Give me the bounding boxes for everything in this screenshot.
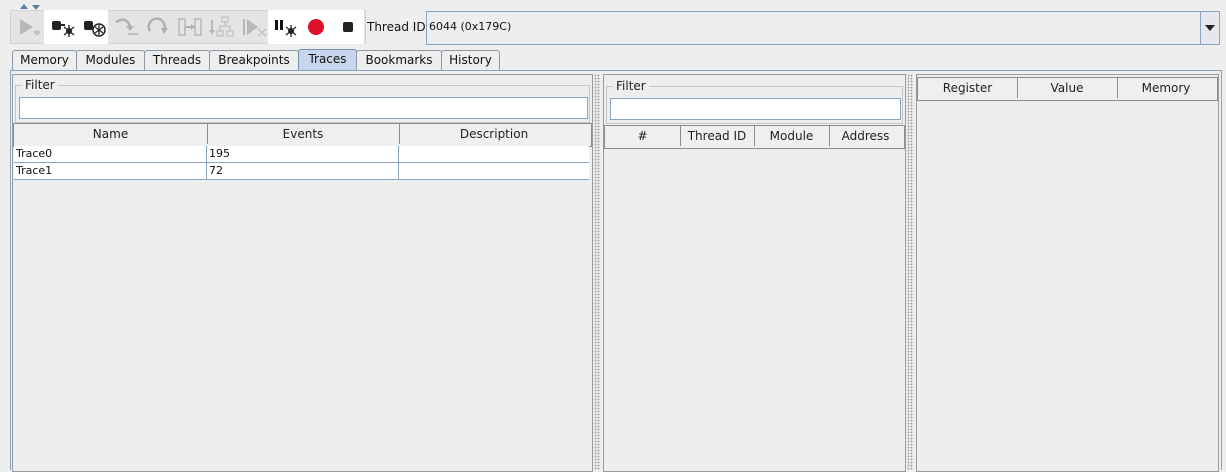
detach-button[interactable] (76, 10, 108, 44)
column-header-index[interactable]: # (605, 126, 681, 146)
step-over-button[interactable] (108, 10, 140, 44)
stop-icon (343, 22, 353, 32)
step-into-icon (178, 18, 202, 36)
step-hierarchy-button[interactable] (204, 10, 236, 44)
table-row[interactable]: Trace1 72 (14, 163, 589, 180)
tab-threads[interactable]: Threads (144, 50, 210, 71)
traces-filter-group: Filter (15, 78, 590, 123)
tab-traces[interactable]: Traces (298, 49, 357, 71)
pane-splitter[interactable] (594, 74, 600, 470)
pane-splitter[interactable] (907, 74, 913, 470)
events-filter-group: Filter (606, 79, 903, 124)
chevron-down-icon (1205, 25, 1215, 31)
attach-icon (52, 21, 75, 37)
column-header-events[interactable]: Events (207, 124, 400, 144)
trace-events-cell: 72 (207, 163, 399, 179)
resume-icon (20, 19, 41, 36)
column-header-module[interactable]: Module (754, 126, 830, 146)
column-header-value[interactable]: Value (1017, 78, 1118, 98)
step-back-button[interactable] (140, 10, 172, 44)
tab-history[interactable]: History (441, 50, 500, 71)
trace-name-cell: Trace0 (14, 146, 207, 162)
record-button[interactable] (300, 10, 332, 44)
column-header-thread-id[interactable]: Thread ID (680, 126, 755, 146)
registers-pane: Register Value Memory (916, 74, 1219, 472)
step-back-icon (147, 17, 168, 34)
pause-icon (275, 20, 297, 37)
run-to-icon (243, 19, 267, 37)
thread-id-value: 6044 (0x179C) (429, 20, 512, 33)
tab-breakpoints[interactable]: Breakpoints (209, 50, 299, 71)
step-hierarchy-icon (209, 16, 234, 37)
thread-id-dropdown[interactable]: 6044 (0x179C) (426, 11, 1220, 45)
resume-button[interactable] (12, 10, 44, 44)
column-header-address[interactable]: Address (829, 126, 902, 146)
events-table-header: # Thread ID Module Address (604, 125, 905, 149)
registers-table-header: Register Value Memory (917, 77, 1218, 101)
thread-id-label: Thread ID (367, 20, 426, 34)
trace-description-cell (399, 146, 589, 162)
step-over-icon (115, 18, 138, 35)
tab-bookmarks[interactable]: Bookmarks (356, 50, 442, 71)
traces-filter-input[interactable] (19, 97, 588, 119)
toolbar-collapse-arrows[interactable] (18, 0, 48, 10)
trace-description-cell (399, 163, 589, 179)
step-into-button[interactable] (172, 10, 204, 44)
trace-events-pane: Filter # Thread ID Module Address (603, 74, 906, 472)
detach-icon (84, 21, 106, 37)
dropdown-toggle-button[interactable] (1200, 12, 1219, 44)
record-icon (308, 19, 324, 35)
attach-button[interactable] (44, 10, 76, 44)
table-row[interactable]: Trace0 195 (14, 146, 589, 163)
stop-button[interactable] (332, 10, 364, 44)
events-filter-input[interactable] (610, 98, 901, 120)
pause-button[interactable] (268, 10, 300, 44)
column-header-memory[interactable]: Memory (1117, 78, 1215, 98)
column-header-register[interactable]: Register (918, 78, 1018, 98)
tab-modules[interactable]: Modules (76, 50, 145, 71)
traces-pane: Filter Name Events Description Trace0 19… (12, 74, 593, 472)
trace-events-cell: 195 (207, 146, 399, 162)
events-filter-label: Filter (613, 79, 649, 93)
column-header-description[interactable]: Description (399, 124, 589, 144)
trace-name-cell: Trace1 (14, 163, 207, 179)
run-to-button[interactable] (236, 10, 268, 44)
traces-filter-label: Filter (22, 78, 58, 92)
column-header-name[interactable]: Name (14, 124, 208, 144)
traces-table-header: Name Events Description (13, 123, 592, 147)
tab-memory[interactable]: Memory (12, 50, 77, 71)
